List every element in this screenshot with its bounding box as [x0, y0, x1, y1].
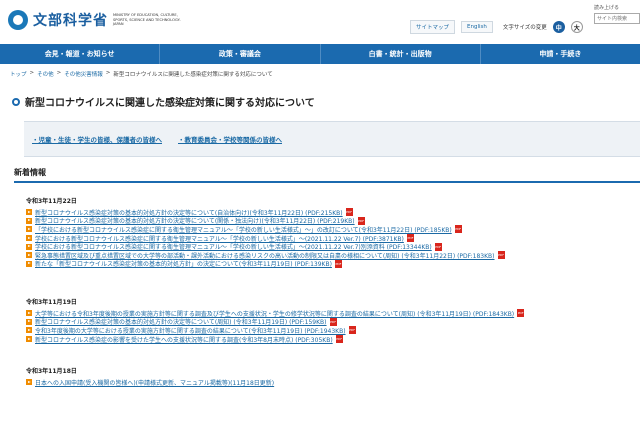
news-item[interactable]: 新型コロナウイルス感染症対策の基本的対処方針の決定等について(関係・独法向け)(…: [26, 216, 640, 225]
nav-item-applications[interactable]: 申請・手続き: [481, 44, 640, 64]
news-section: 令和3年11月22日 新型コロナウイルス感染症対策の基本的対処方針の決定等につい…: [26, 196, 640, 268]
arrow-bullet-icon: [26, 318, 32, 325]
breadcrumb-separator: >: [105, 70, 111, 76]
pdf-icon: PDF: [406, 234, 414, 243]
site-header: 文部科学省 MINISTRY OF EDUCATION, CULTURE, SP…: [0, 0, 640, 44]
arrow-bullet-icon: [26, 252, 32, 259]
site-logo[interactable]: 文部科学省 MINISTRY OF EDUCATION, CULTURE, SP…: [8, 10, 183, 30]
page-title: 新型コロナウイルスに関連した感染症対策に関する対応について: [12, 94, 315, 109]
news-date: 令和3年11月22日: [26, 198, 77, 205]
nav-item-news[interactable]: 会見・報道・お知らせ: [0, 44, 161, 64]
news-heading: 新着情報: [14, 167, 640, 183]
news-item[interactable]: 新型コロナウイルス感染症対策の基本的対処方針の決定等について(自治体向け)(令和…: [26, 208, 640, 217]
pdf-icon: PDF: [497, 251, 505, 260]
pdf-icon: PDF: [517, 309, 525, 318]
news-date: 令和3年11月18日: [26, 368, 77, 375]
global-nav: 会見・報道・お知らせ 政策・審議会 白書・統計・出版物 申請・手続き: [0, 44, 640, 64]
quick-links-box: 児童・生徒・学生の皆様、保護者の皆様へ 教育委員会・学校等関係の皆様へ: [24, 121, 640, 157]
arrow-bullet-icon: [26, 336, 32, 343]
pdf-icon: PDF: [454, 225, 462, 234]
pdf-icon: PDF: [357, 216, 365, 225]
breadcrumb-current: 新型コロナウイルスに関連した感染症対策に関する対応について: [113, 72, 273, 78]
breadcrumb: トップ > その他 > その他災害情報 > 新型コロナウイルスに関連した感染症対…: [10, 70, 273, 78]
news-item[interactable]: 新たな「新型コロナウイルス感染症対策の基本的対処方針」の決定について(令和3年1…: [26, 259, 640, 268]
font-size-large-button[interactable]: 大: [570, 21, 583, 33]
search-area: 読み上げる: [594, 2, 640, 24]
breadcrumb-separator: >: [29, 70, 35, 76]
pdf-icon: PDF: [334, 259, 342, 268]
news-item[interactable]: 「学校における新型コロナウイルス感染症に関する衛生管理マニュアル～「学校の新しい…: [26, 225, 640, 234]
pdf-icon: PDF: [434, 242, 442, 251]
logo-name: 文部科学省: [33, 13, 108, 29]
arrow-bullet-icon: [26, 243, 32, 250]
news-item[interactable]: 学校における新型コロナウイルス感染症に関する衛生管理マニュアル～「学校の新しい生…: [26, 242, 640, 251]
nav-item-whitepaper[interactable]: 白書・統計・出版物: [321, 44, 481, 64]
news-section: 令和3年11月19日 大学等における令和3年度後期の授業の実施方針等に関する調査…: [26, 297, 640, 344]
title-bullet-icon: [12, 97, 20, 106]
arrow-bullet-icon: [26, 379, 32, 386]
news-item[interactable]: 学校における新型コロナウイルス感染症に関する衛生管理マニュアル～「学校の新しい生…: [26, 234, 640, 243]
sitemap-link[interactable]: サイトマップ: [410, 20, 456, 34]
arrow-bullet-icon: [26, 235, 32, 242]
news-item-link[interactable]: 新型コロナウイルス感染症の影響を受けた学生への支援状況等に関する調査(令和3年8…: [35, 335, 333, 344]
arrow-bullet-icon: [26, 327, 32, 334]
pdf-icon: PDF: [335, 335, 343, 344]
arrow-bullet-icon: [26, 209, 32, 216]
news-item-link[interactable]: 日本への入国申請(受入機関の皆様へ)(申請様式更新、マニュアル掲載等)(11月1…: [35, 378, 274, 387]
read-aloud-link[interactable]: 読み上げる: [594, 4, 640, 11]
breadcrumb-separator: >: [56, 70, 62, 76]
breadcrumb-top[interactable]: トップ: [10, 70, 27, 78]
news-date: 令和3年11月19日: [26, 299, 77, 306]
breadcrumb-disaster[interactable]: その他災害情報: [64, 70, 103, 78]
news-item[interactable]: 大学等における令和3年度後期の授業の実施方針等に関する調査及び学生への支援状況・…: [26, 309, 640, 318]
news-item[interactable]: 緊急事態措置区域及び重点措置区域での大学等の部活動・課外活動における感染リスクの…: [26, 251, 640, 260]
english-link[interactable]: English: [461, 21, 493, 33]
news-item[interactable]: 新型コロナウイルス感染症の影響を受けた学生への支援状況等に関する調査(令和3年8…: [26, 335, 640, 344]
pdf-icon: PDF: [348, 326, 356, 335]
pdf-icon: PDF: [345, 208, 353, 217]
news-item-link[interactable]: 新たな「新型コロナウイルス感染症対策の基本的対処方針」の決定について(令和3年1…: [35, 259, 332, 268]
arrow-bullet-icon: [26, 217, 32, 224]
nav-item-policy[interactable]: 政策・審議会: [160, 44, 321, 64]
font-size-label: 文字サイズの変更: [502, 25, 547, 31]
font-size-medium-button[interactable]: 中: [552, 21, 565, 33]
news-item[interactable]: 日本への入国申請(受入機関の皆様へ)(申請様式更新、マニュアル掲載等)(11月1…: [26, 378, 640, 387]
arrow-bullet-icon: [26, 310, 32, 317]
news-item[interactable]: 新型コロナウイルス感染症対策の基本的対処方針の決定等について(周知) (令和3年…: [26, 317, 640, 326]
site-search-input[interactable]: [594, 13, 640, 24]
arrow-bullet-icon: [26, 226, 32, 233]
arrow-bullet-icon: [26, 260, 32, 267]
students-link[interactable]: 児童・生徒・学生の皆様、保護者の皆様へ: [32, 134, 163, 144]
breadcrumb-other[interactable]: その他: [37, 70, 54, 78]
page-title-text: 新型コロナウイルスに関連した感染症対策に関する対応について: [25, 98, 315, 109]
logo-english-name: MINISTRY OF EDUCATION, CULTURE, SPORTS, …: [113, 13, 181, 27]
news-section: 令和3年11月18日 日本への入国申請(受入機関の皆様へ)(申請様式更新、マニュ…: [26, 366, 640, 387]
news-item[interactable]: 令和3年度後期の大学等における授業の実施方針等に関する調査の結果について(令和3…: [26, 326, 640, 335]
schools-link[interactable]: 教育委員会・学校等関係の皆様へ: [178, 134, 283, 144]
utility-links: サイトマップ English 文字サイズの変更 中 大: [410, 20, 583, 34]
logo-mark-icon: [8, 10, 28, 30]
pdf-icon: PDF: [329, 317, 337, 326]
